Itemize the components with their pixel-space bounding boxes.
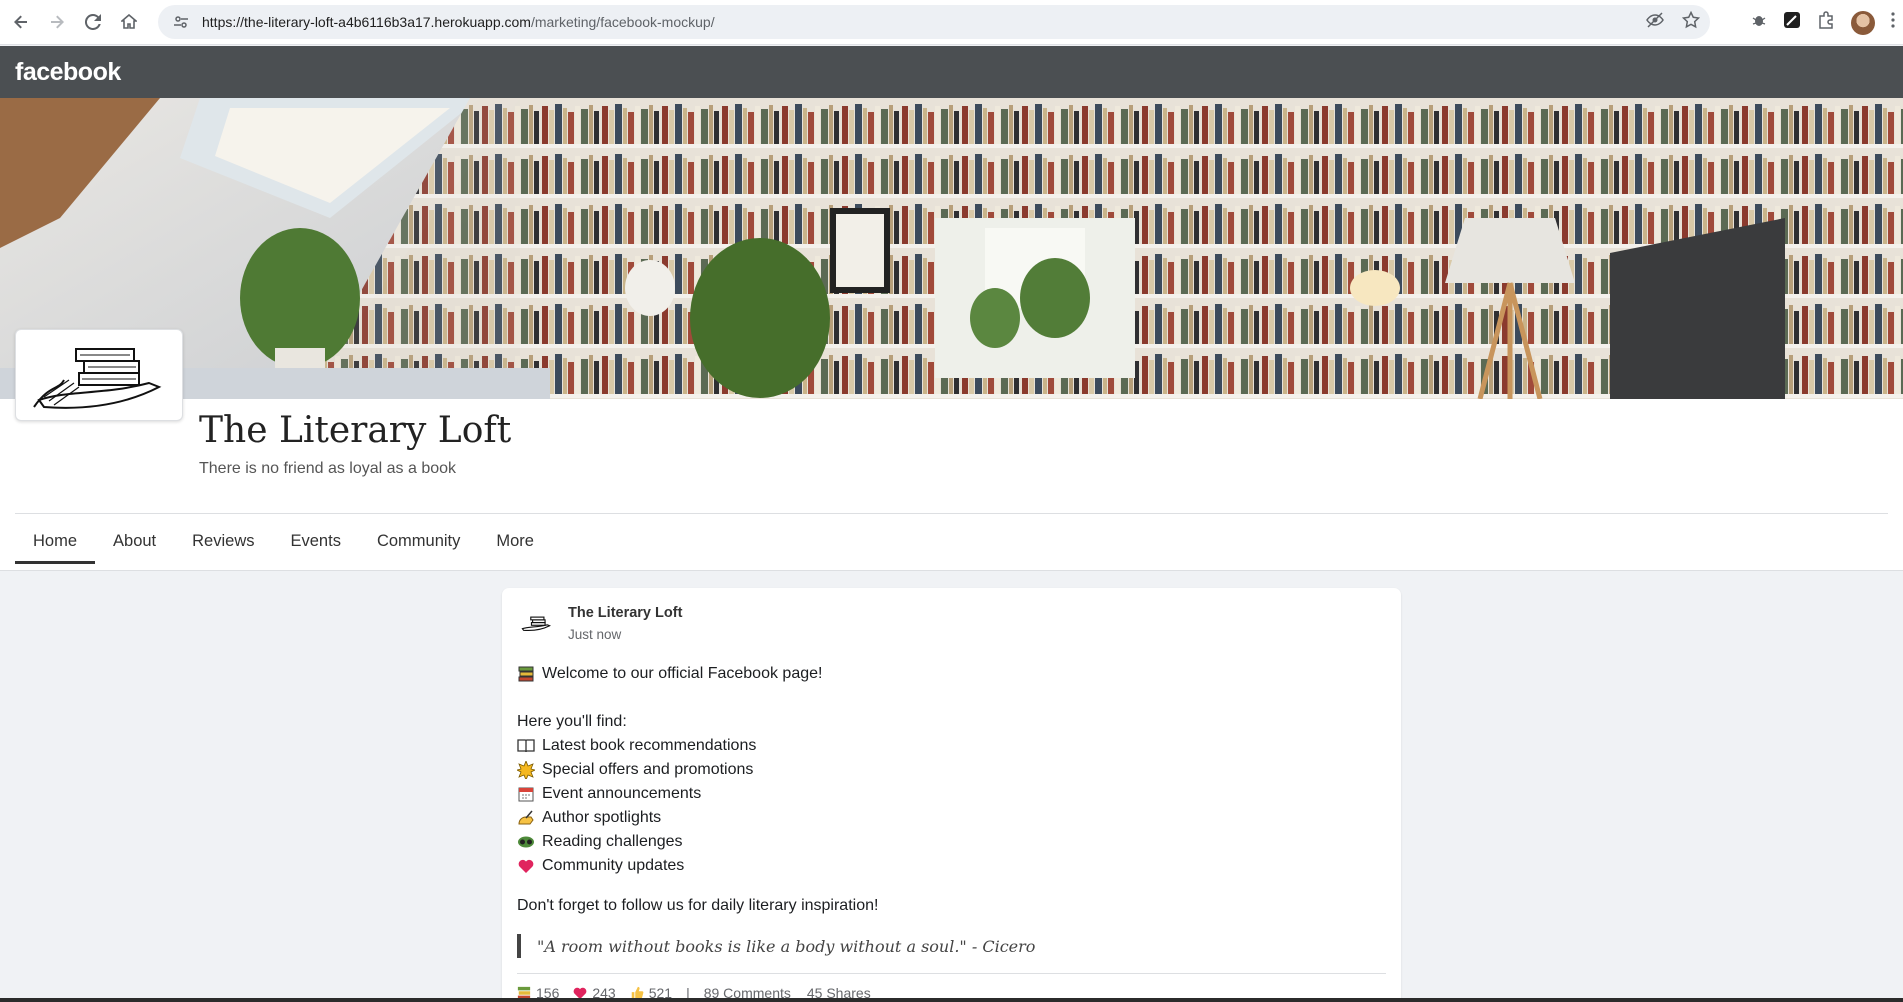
list-item-text: Latest book recommendations [542,737,757,754]
reading-glasses-icon [517,833,535,851]
cover-photo [0,98,1903,399]
follow-text: Don't forget to follow us for daily lite… [517,897,879,914]
post-body: Welcome to our official Facebook page! H… [517,662,878,918]
back-icon[interactable] [6,7,36,37]
find-heading: Here you'll find: [517,713,627,730]
eye-off-icon[interactable] [1646,11,1664,34]
calendar-icon [517,785,535,803]
address-bar[interactable]: https://the-literary-loft-a4b6116b3a17.h… [158,5,1710,39]
url-text: https://the-literary-loft-a4b6116b3a17.h… [202,14,715,30]
list-item-text: Author spotlights [542,809,662,826]
list-item: Event announcements [517,782,878,806]
url-path: /marketing/facebook-mockup/ [530,14,715,30]
menu-kebab-icon[interactable] [1891,12,1895,33]
page-tabs: Home About Reviews Events Community More [15,523,552,564]
post-timestamp[interactable]: Just now [568,627,621,642]
list-item-text: Community updates [542,857,685,874]
extensions-puzzle-icon[interactable] [1817,11,1835,34]
page-tagline: There is no friend as loyal as a book [199,460,457,477]
page-title: The Literary Loft [199,410,512,451]
reload-icon[interactable] [78,7,108,37]
bookmark-star-icon[interactable] [1681,10,1701,34]
tab-community[interactable]: Community [359,523,478,564]
sparkle-icon [517,761,535,779]
tab-reviews[interactable]: Reviews [174,523,272,564]
open-book-icon [517,737,535,755]
facebook-logo[interactable]: facebook [15,58,121,87]
post-author[interactable]: The Literary Loft [568,605,682,621]
url-main: https://the-literary-loft-a4b6116b3a17.h… [202,14,531,30]
tab-more[interactable]: More [478,523,552,564]
header-divider [15,513,1888,514]
site-settings-icon[interactable] [166,14,196,30]
heart-icon [517,857,535,875]
home-icon[interactable] [114,7,144,37]
window-bottom-edge [0,998,1903,1002]
writing-hand-icon [517,809,535,827]
facebook-top-bar: facebook [0,46,1903,98]
extension-bug-icon[interactable] [1751,12,1767,33]
welcome-text: Welcome to our official Facebook page! [542,665,823,682]
page-profile-picture[interactable] [15,329,183,421]
post-quote: "A room without books is like a body wit… [517,934,1035,958]
list-item-text: Reading challenges [542,833,683,850]
books-on-hand-logo-icon [33,348,162,409]
list-item-text: Event announcements [542,785,702,802]
tab-about[interactable]: About [95,523,174,564]
post-avatar[interactable] [518,608,554,638]
list-item: Author spotlights [517,806,878,830]
profile-avatar[interactable] [1851,10,1875,35]
browser-toolbar: https://the-literary-loft-a4b6116b3a17.h… [0,0,1903,45]
list-item: Reading challenges [517,830,878,854]
list-item-text: Special offers and promotions [542,761,754,778]
list-item: Latest book recommendations [517,734,878,758]
forward-icon[interactable] [42,7,72,37]
list-item: Community updates [517,854,878,878]
list-item: Special offers and promotions [517,758,878,782]
tab-home[interactable]: Home [15,523,96,564]
books-on-hand-logo-icon [521,616,551,631]
tab-events[interactable]: Events [273,523,359,564]
post-card: The Literary Loft Just now Welcome to ou… [502,588,1401,1002]
books-icon [517,665,535,683]
post-divider [517,973,1386,974]
extension-pen-icon[interactable] [1783,11,1801,34]
